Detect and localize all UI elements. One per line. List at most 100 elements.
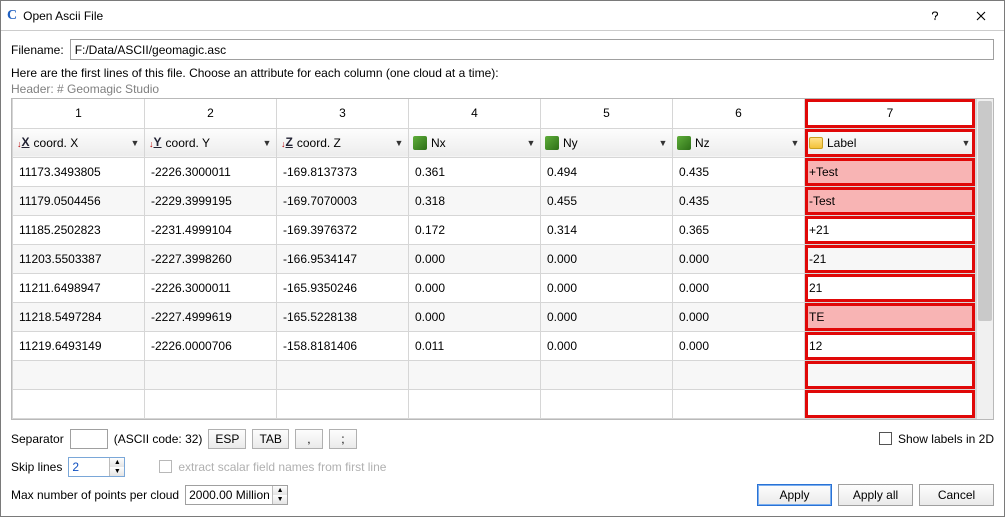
app-icon: C [7, 8, 17, 24]
show-labels-label: Show labels in 2D [898, 432, 994, 446]
chevron-down-icon: ▼ [394, 138, 404, 148]
col-number-2: 2 [145, 99, 277, 128]
chevron-down-icon: ▼ [130, 138, 140, 148]
instruction-text: Here are the first lines of this file. C… [11, 66, 994, 80]
col-attr-label: Nz [695, 136, 786, 150]
cell: 11211.6498947 [13, 273, 145, 302]
cell: 0.435 [673, 157, 805, 186]
cell: 0.365 [673, 215, 805, 244]
cell [145, 389, 277, 418]
normal-icon [677, 136, 691, 150]
cell: 0.494 [541, 157, 673, 186]
col-attr-selector-3[interactable]: ↓Zcoord. Z▼ [277, 129, 408, 156]
apply-button[interactable]: Apply [757, 484, 832, 506]
skip-lines-label: Skip lines [11, 460, 62, 474]
cell: 21 [805, 273, 976, 302]
cell: TE [805, 302, 976, 331]
table-row: 11203.5503387-2227.3998260-166.95341470.… [13, 244, 976, 273]
ascii-code-label: (ASCII code: 32) [114, 432, 203, 446]
question-icon [930, 11, 940, 21]
max-points-label: Max number of points per cloud [11, 488, 179, 502]
cell [673, 360, 805, 389]
cell: -165.9350246 [277, 273, 409, 302]
col-attr-label: Nx [431, 136, 522, 150]
scrollbar[interactable] [976, 99, 993, 419]
cell: 11179.0504456 [13, 186, 145, 215]
extract-sf-checkbox [159, 460, 172, 473]
skip-up-button[interactable]: ▲ [110, 458, 124, 467]
filename-input[interactable] [70, 39, 994, 60]
cell: -2229.3999195 [145, 186, 277, 215]
cell: 0.011 [409, 331, 541, 360]
max-points-input[interactable] [186, 486, 272, 504]
col-attr-selector-6[interactable]: Nz ▼ [673, 129, 804, 156]
cell: -21 [805, 244, 976, 273]
col-attr-selector-4[interactable]: Nx▼ [409, 129, 540, 156]
cell: -165.5228138 [277, 302, 409, 331]
preview-table: 1234567 ↓Xcoord. X▼↓Ycoord. Y▼↓Zcoord. Z… [12, 99, 976, 419]
col-attr-selector-5[interactable]: Ny ▼ [541, 129, 672, 156]
cell: -2226.0000706 [145, 331, 277, 360]
chevron-down-icon: ▼ [790, 138, 800, 148]
skip-down-button[interactable]: ▼ [110, 467, 124, 476]
axis-icon: ↓X [17, 135, 30, 150]
sep-esp-button[interactable]: ESP [208, 429, 246, 449]
chevron-down-icon: ▼ [262, 138, 272, 148]
cell: -2231.4999104 [145, 215, 277, 244]
sep-comma-button[interactable]: , [295, 429, 323, 449]
chevron-down-icon: ▼ [658, 138, 668, 148]
sep-tab-button[interactable]: TAB [252, 429, 288, 449]
cell: 0.000 [409, 302, 541, 331]
col-number-7: 7 [805, 99, 976, 128]
help-button[interactable] [912, 1, 958, 31]
cell: 11203.5503387 [13, 244, 145, 273]
table-row: 11211.6498947-2226.3000011-165.9350246 0.… [13, 273, 976, 302]
col-attr-label: Label [827, 136, 957, 150]
cancel-button[interactable]: Cancel [919, 484, 994, 506]
skip-lines-input[interactable] [69, 458, 109, 476]
header-text: Header: # Geomagic Studio [11, 82, 994, 96]
cell: -2227.3998260 [145, 244, 277, 273]
cell [145, 360, 277, 389]
sep-semicolon-button[interactable]: ; [329, 429, 357, 449]
titlebar: C Open Ascii File [1, 1, 1004, 31]
axis-icon: ↓Z [281, 135, 293, 150]
col-attr-selector-2[interactable]: ↓Ycoord. Y▼ [145, 129, 276, 156]
label-icon [809, 137, 823, 149]
window-title: Open Ascii File [23, 9, 912, 23]
cell: +21 [805, 215, 976, 244]
cell: -169.7070003 [277, 186, 409, 215]
cell: 0.318 [409, 186, 541, 215]
col-attr-label: Ny [563, 136, 654, 150]
cell: -2226.3000011 [145, 273, 277, 302]
normal-icon [413, 136, 427, 150]
apply-all-button[interactable]: Apply all [838, 484, 913, 506]
max-down-button[interactable]: ▼ [273, 495, 287, 504]
close-button[interactable] [958, 1, 1004, 31]
table-row: 11179.0504456-2229.3999195-169.70700030.… [13, 186, 976, 215]
cell [277, 389, 409, 418]
cell: 0.000 [673, 273, 805, 302]
cell: -158.8181406 [277, 331, 409, 360]
cell [409, 389, 541, 418]
separator-input[interactable] [70, 429, 108, 449]
cell: 11173.3493805 [13, 157, 145, 186]
cell [541, 360, 673, 389]
cell: 12 [805, 331, 976, 360]
cell: -169.3976372 [277, 215, 409, 244]
col-attr-selector-7[interactable]: Label▼ [805, 129, 975, 156]
separator-label: Separator [11, 432, 64, 446]
cell: 0.172 [409, 215, 541, 244]
cell: 0.455 [541, 186, 673, 215]
cell: 0.361 [409, 157, 541, 186]
max-up-button[interactable]: ▲ [273, 486, 287, 495]
cell: 0.000 [409, 244, 541, 273]
cell: 0.000 [541, 331, 673, 360]
cell: 0.000 [673, 302, 805, 331]
cell: 11219.6493149 [13, 331, 145, 360]
cell: -Test [805, 186, 976, 215]
cell: +Test [805, 157, 976, 186]
cell: 0.000 [673, 331, 805, 360]
col-attr-selector-1[interactable]: ↓Xcoord. X▼ [13, 129, 144, 156]
show-labels-checkbox[interactable] [879, 432, 892, 445]
